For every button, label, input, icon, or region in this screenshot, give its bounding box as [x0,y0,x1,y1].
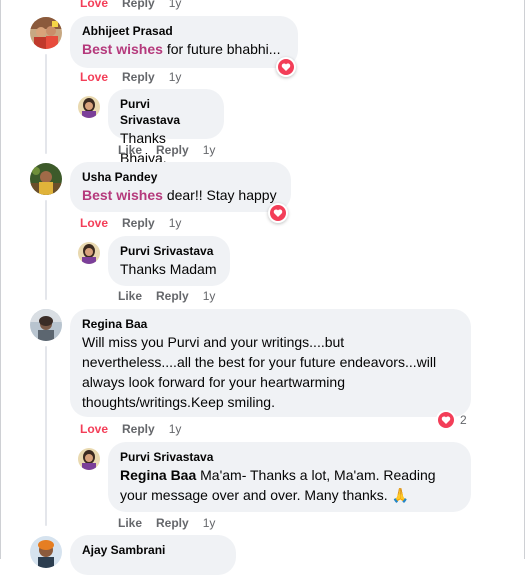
thread-line [45,54,47,154]
like-link[interactable]: Like [118,515,142,531]
comment-body: for future bhabhi... [162,41,281,57]
reply-text-line: Regina Baa Ma'am- Thanks a lot, Ma'am. R… [120,465,459,485]
comment-author[interactable]: Usha Pandey [82,169,279,185]
comment-text-line: nevertheless....all the best for your fu… [82,354,437,370]
avatar[interactable] [78,448,100,470]
timestamp[interactable]: 1y [169,421,182,437]
comment-actions: Love Reply 1y [80,421,195,437]
reply-text-line: your message over and over. Many thanks.… [120,485,459,505]
timestamp[interactable]: 1y [169,69,182,85]
avatar[interactable] [30,17,62,49]
reply-author[interactable]: Purvi Srivastava [120,243,218,259]
comment-bubble: Abhijeet Prasad Best wishes for future b… [70,16,298,68]
highlight-text: Best wishes [82,41,163,57]
folded-hands-icon: 🙏 [391,487,410,503]
love-link[interactable]: Love [80,215,108,231]
love-link[interactable]: Love [80,421,108,437]
timestamp[interactable]: 1y [203,515,216,531]
comment-text: Best wishes for future bhabhi... [82,39,286,59]
comment-text: Best wishes dear!! Stay happy [82,185,279,205]
avatar[interactable] [30,163,62,195]
love-link[interactable]: Love [80,69,108,85]
mention-tag[interactable]: Regina Baa [120,467,196,483]
reply-bubble: Purvi Srivastava Thanks Bhaiya. [108,89,224,166]
reply-actions: Like Reply 1y [118,142,229,158]
comment-author[interactable]: Abhijeet Prasad [82,23,286,39]
reply-link[interactable]: Reply [156,515,189,531]
avatar[interactable] [78,242,100,264]
love-link[interactable]: Love [80,0,108,11]
reply-body: Ma'am- Thanks a lot, Ma'am. Reading [196,467,436,483]
comment-bubble: Usha Pandey Best wishes dear!! Stay happ… [70,162,291,212]
comment-actions: Love Reply 1y [80,215,195,231]
comment-text-line: thoughts/writings.Keep smiling. [82,394,275,410]
reply-bubble: Purvi Srivastava Regina Baa Ma'am- Thank… [108,442,471,512]
heart-icon [278,59,294,75]
reply-body: your message over and over. Many thanks. [120,487,392,503]
highlight-text: Best wishes [82,187,163,203]
timestamp[interactable]: 1y [203,142,216,158]
avatar[interactable] [30,536,62,568]
reply-actions: Like Reply 1y [118,288,229,304]
thread-line [45,200,47,300]
timestamp[interactable]: 1y [169,215,182,231]
reply-link[interactable]: Reply [122,215,155,231]
reaction-summary[interactable]: 2 [436,410,467,430]
reply-link[interactable]: Reply [122,69,155,85]
comment-body: dear!! Stay happy [162,187,277,203]
thread-line [45,346,47,526]
reply-actions: Like Reply 1y [118,515,229,531]
reply-link[interactable]: Reply [156,288,189,304]
heart-icon [270,205,286,221]
reply-link[interactable]: Reply [122,421,155,437]
comment-bubble: Regina Baa Will miss you Purvi and your … [70,309,471,417]
comment-bubble: Ajay Sambrani [70,535,236,575]
comment-text-line: always look forward for your heartwarmin… [82,374,345,390]
reply-bubble: Purvi Srivastava Thanks Madam [108,236,230,286]
reply-text: Thanks Madam [120,261,217,277]
heart-reaction-badge[interactable] [268,203,288,223]
comment-author[interactable]: Ajay Sambrani [82,542,224,558]
reply-author[interactable]: Purvi Srivastava [120,449,459,465]
left-border [0,0,1,559]
reply-author[interactable]: Purvi Srivastava [120,96,212,128]
avatar[interactable] [78,96,100,118]
comment-text-line: Will miss you Purvi and your writings...… [82,334,345,350]
heart-reaction-badge[interactable] [276,57,296,77]
timestamp[interactable]: 1y [203,288,216,304]
heart-icon [438,412,454,428]
comment-author[interactable]: Regina Baa [82,316,459,332]
like-link[interactable]: Like [118,288,142,304]
timestamp[interactable]: 1y [169,0,182,11]
comment-actions: Love Reply 1y [80,0,195,11]
avatar[interactable] [30,309,62,341]
comment-actions: Love Reply 1y [80,69,195,85]
reaction-count: 2 [460,413,467,427]
reply-link[interactable]: Reply [156,142,189,158]
reply-link[interactable]: Reply [122,0,155,11]
like-link[interactable]: Like [118,142,142,158]
